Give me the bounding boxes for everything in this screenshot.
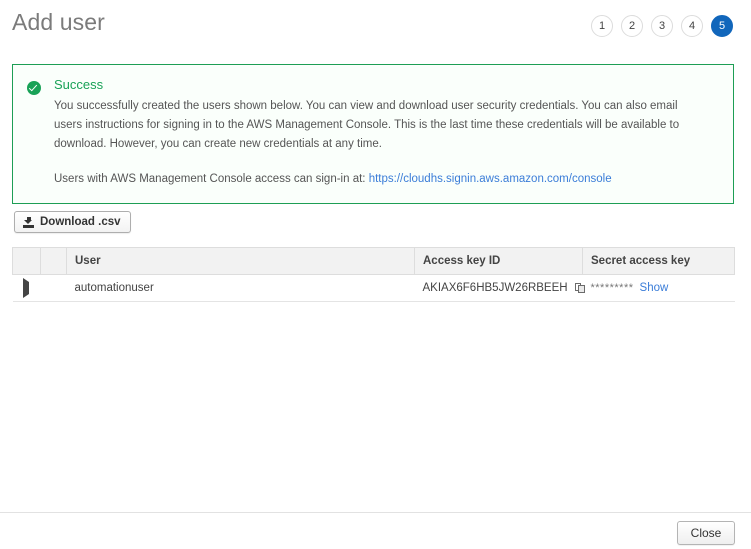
footer-bar: Close [0,512,751,549]
close-button[interactable]: Close [677,521,735,545]
page-header: Add user 1 2 3 4 5 [0,0,751,48]
row-user-cell: automationuser [66,274,415,302]
step-1[interactable]: 1 [591,15,613,37]
access-key-id-value: AKIAX6F6HB5JW26RBEEH [422,282,568,294]
signin-prefix: Users with AWS Management Console access… [54,173,369,185]
triangle-right-icon[interactable] [22,278,29,298]
page-title: Add user [12,9,105,35]
column-header-expand [12,247,41,275]
step-4[interactable]: 4 [681,15,703,37]
download-icon [23,216,34,228]
credentials-table: User Access key ID Secret access key aut… [12,247,735,302]
step-2[interactable]: 2 [621,15,643,37]
copy-icon[interactable] [574,282,586,294]
download-csv-label: Download .csv [40,216,121,228]
row-secret-cell: ********* Show [582,274,735,302]
signin-line: Users with AWS Management Console access… [54,170,719,189]
column-header-secret-access-key: Secret access key [582,247,735,275]
step-indicator: 1 2 3 4 5 [591,15,733,37]
signin-url-link[interactable]: https://cloudhs.signin.aws.amazon.com/co… [369,173,612,185]
step-5[interactable]: 5 [711,15,733,37]
step-3[interactable]: 3 [651,15,673,37]
show-secret-link[interactable]: Show [640,282,669,294]
column-header-access-key-id: Access key ID [414,247,583,275]
row-expander-cell[interactable] [12,274,41,302]
alert-body-text: You successfully created the users shown… [54,100,680,150]
column-header-status [40,247,67,275]
success-check-icon [27,81,41,95]
secret-access-key-masked: ********* [590,282,634,294]
row-access-key-cell: AKIAX6F6HB5JW26RBEEH [414,274,586,302]
column-header-user: User [66,247,415,275]
row-status-cell [40,274,67,302]
download-csv-button[interactable]: Download .csv [14,211,131,233]
table-header-row: User Access key ID Secret access key [12,247,735,275]
alert-title: Success [54,77,104,92]
success-alert: Success You successfully created the use… [12,64,734,204]
table-row[interactable]: automationuser AKIAX6F6HB5JW26RBEEH ****… [12,274,735,302]
